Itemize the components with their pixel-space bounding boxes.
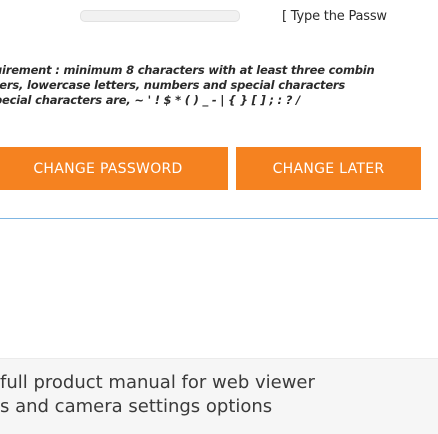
change-later-button[interactable]: CHANGE LATER [236, 147, 421, 190]
password-hint: [ Type the Passw [282, 9, 387, 24]
manual-info-box: full product manual for web viewer s and… [0, 358, 438, 434]
manual-info-line-1: full product manual for web viewer [0, 372, 315, 393]
section-divider [0, 218, 438, 219]
password-strength-bar [80, 10, 240, 22]
requirement-line-3: pecial characters are, ~ ' ! $ * ( ) _ -… [0, 93, 300, 107]
manual-info-line-2: s and camera settings options [0, 396, 273, 417]
manual-info-text: full product manual for web viewer s and… [0, 371, 315, 419]
requirement-line-1: uirement : minimum 8 characters with at … [0, 63, 375, 77]
password-requirement-text: uirement : minimum 8 characters with at … [0, 63, 438, 108]
change-password-button[interactable]: CHANGE PASSWORD [0, 147, 228, 190]
requirement-line-2: ters, lowercase letters, numbers and spe… [0, 78, 346, 92]
